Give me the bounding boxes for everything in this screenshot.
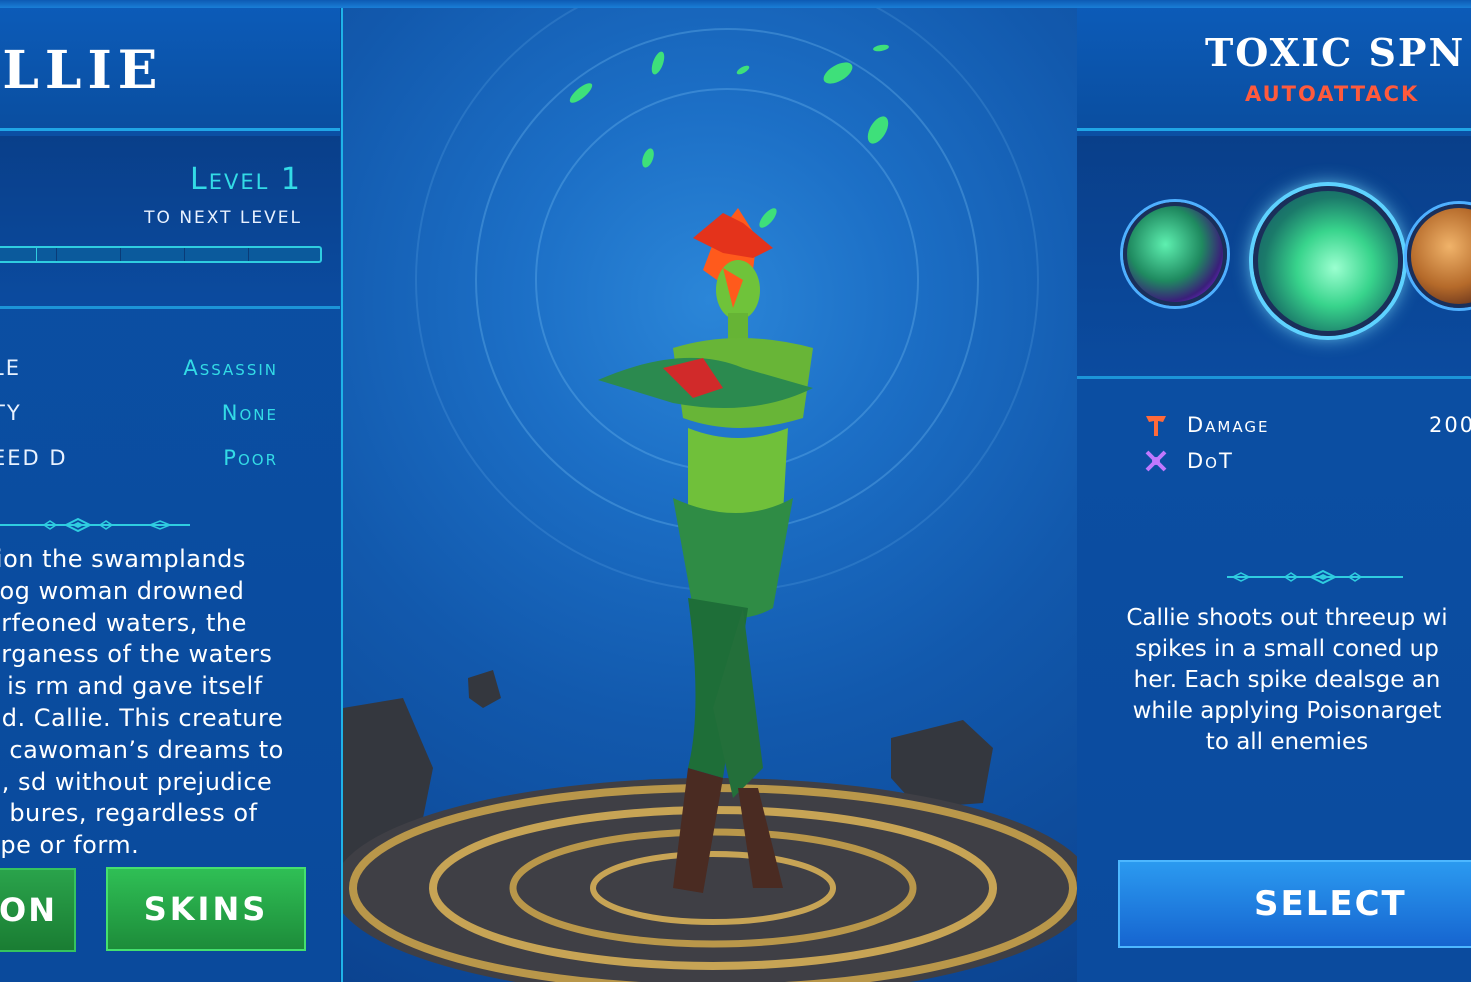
- hero-header: ILLIE: [0, 8, 340, 131]
- stat-value: Poor: [223, 446, 278, 470]
- ability-header: TOXIC SPN AUTOATTACK: [1077, 8, 1471, 131]
- stat-value: Assassin: [183, 356, 278, 380]
- dot-icon: [1143, 448, 1169, 474]
- ability-title: TOXIC SPN: [1205, 30, 1466, 75]
- hero-select-screen: ILLIE Level 1 TO NEXT LEVEL LE Assassin …: [0, 0, 1471, 982]
- lore-line: nd. Callie. This creature: [0, 703, 284, 732]
- lore-line: Fog woman drowned: [0, 576, 245, 605]
- stat-row-speed: EED D Poor: [0, 446, 340, 476]
- ability-type: AUTOATTACK: [1245, 82, 1420, 106]
- top-border: [0, 0, 1471, 8]
- lore-line: e cawoman’s dreams to: [0, 735, 284, 764]
- lore-line: erfeoned waters, the: [0, 608, 247, 637]
- hero-lore: tion the swamplands Fog woman drowned er…: [0, 544, 316, 862]
- desc-line: spikes in a small coned up: [1135, 636, 1439, 662]
- hero-info-panel: ILLIE Level 1 TO NEXT LEVEL LE Assassin …: [0, 8, 340, 982]
- attr-label: Damage: [1187, 413, 1270, 437]
- ability-description: Callie shoots out threeup wi spikes in a…: [1107, 603, 1467, 758]
- lore-line: kpe or form.: [0, 831, 140, 860]
- ability-orb-poison[interactable]: [1123, 202, 1227, 306]
- skins-button[interactable]: SKINS: [106, 867, 306, 951]
- xp-tick: [36, 248, 37, 261]
- ability-panel: TOXIC SPN AUTOATTACK Damage DoT 200 Call…: [1077, 8, 1471, 982]
- xp-tick: [184, 248, 185, 261]
- lore-line: erganess of the waters: [0, 640, 273, 669]
- desc-line: Callie shoots out threeup wi: [1126, 605, 1448, 631]
- select-button-label: SELECT: [1254, 884, 1407, 924]
- damage-icon: [1143, 412, 1169, 438]
- ability-orb-toxic-spine[interactable]: [1253, 186, 1403, 336]
- stat-key: LE: [0, 356, 21, 380]
- hero-name: ILLIE: [0, 40, 164, 101]
- desc-line: to all enemies: [1205, 729, 1369, 755]
- lore-line: o bures, regardless of: [0, 799, 258, 828]
- stat-key: EED D: [0, 446, 68, 470]
- partial-left-button[interactable]: ON: [0, 868, 76, 952]
- ornament-divider: [1227, 570, 1403, 584]
- xp-tick: [56, 248, 57, 261]
- select-button[interactable]: SELECT: [1118, 860, 1471, 948]
- xp-progress-bar: [0, 246, 322, 263]
- floating-leaves: [569, 44, 889, 228]
- lore-line: tion the swamplands: [0, 545, 246, 573]
- stat-row-difficulty: TY None: [0, 401, 340, 431]
- level-box: Level 1 TO NEXT LEVEL: [0, 136, 340, 309]
- lore-line: s is rm and gave itself: [0, 672, 263, 701]
- stat-row-role: LE Assassin: [0, 356, 340, 386]
- desc-line: while applying Poisonarget: [1132, 698, 1442, 724]
- hero-preview-scene[interactable]: [341, 8, 1079, 982]
- stat-key: TY: [0, 401, 22, 425]
- xp-tick: [120, 248, 121, 261]
- attr-row-dot: DoT: [1143, 448, 1234, 474]
- damage-value: 200: [1429, 413, 1471, 437]
- attr-label: DoT: [1187, 449, 1234, 473]
- lore-line: g, sd without prejudice: [0, 767, 273, 796]
- desc-line: her. Each spike dealsge an: [1133, 667, 1441, 693]
- ability-icons-strip: [1077, 136, 1471, 379]
- ability-orb-partial[interactable]: [1407, 204, 1471, 308]
- next-level-label: TO NEXT LEVEL: [144, 208, 302, 228]
- xp-tick: [248, 248, 249, 261]
- attr-row-damage: Damage: [1143, 412, 1269, 438]
- stat-value: None: [221, 401, 278, 425]
- level-label: Level 1: [190, 162, 302, 197]
- ornament-divider: [0, 518, 190, 532]
- hero-model: [343, 44, 1077, 982]
